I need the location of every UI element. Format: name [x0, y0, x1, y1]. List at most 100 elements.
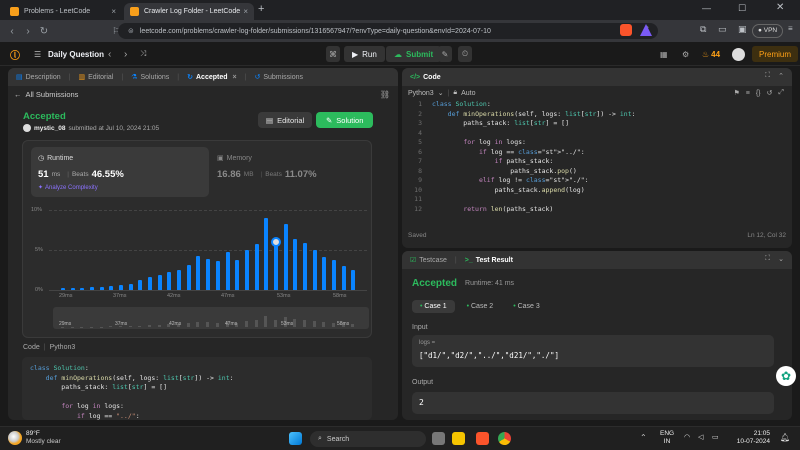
expand-icon[interactable]: ⤢ [778, 89, 784, 97]
solution-button[interactable]: ✎ Solution [316, 112, 374, 128]
case-tab[interactable]: • Case 3 [505, 300, 548, 313]
chart-bar[interactable] [254, 243, 259, 290]
chart-bar[interactable] [128, 283, 133, 290]
editor-code-line[interactable]: 1 class Solution: [402, 100, 792, 110]
your-submission-marker[interactable] [270, 237, 281, 247]
auto-label[interactable]: Auto [461, 90, 475, 97]
back-icon[interactable]: ‹ [4, 26, 20, 37]
chart-bar[interactable] [206, 258, 211, 290]
url-text[interactable]: leetcode.com/problems/crawler-log-folder… [140, 28, 491, 35]
editor-code-line[interactable]: 7 if paths_stack: [402, 157, 792, 167]
editor-code-line[interactable]: 3 paths_stack: list[str] = [] [402, 119, 792, 129]
tab-submissions[interactable]: ↺ Submissions [254, 73, 303, 82]
all-submissions-link[interactable]: ← All Submissions [14, 90, 78, 99]
editorial-button[interactable]: ▤ Editorial [258, 112, 313, 128]
minimize-icon[interactable]: — [702, 3, 711, 13]
chevron-up-icon[interactable]: ⌃ [640, 433, 647, 442]
maximize-icon[interactable]: ☐ [738, 3, 746, 14]
url-bar[interactable]: ⊜ leetcode.com/problems/crawler-log-fold… [118, 23, 658, 39]
settings-icon[interactable]: ⚙ [682, 46, 689, 62]
browser-tab-crawler[interactable]: Crawler Log Folder - LeetCode × [124, 3, 254, 20]
maximize-panel-icon[interactable]: ⛶ [765, 72, 770, 80]
user-avatar[interactable] [23, 124, 31, 132]
chart-bar[interactable] [244, 250, 249, 290]
prev-problem-icon[interactable]: ‹ [108, 46, 111, 62]
close-tab-icon[interactable]: × [111, 7, 116, 16]
taskbar-search[interactable]: ⌕ Search [310, 431, 426, 447]
battery-icon[interactable]: ▭ [712, 433, 719, 441]
timer-icon[interactable]: ⏲ [458, 46, 472, 62]
streak-counter[interactable]: ♨ 44 [702, 46, 720, 62]
vpn-button[interactable]: ● VPN [752, 24, 784, 38]
chart-bar[interactable] [302, 242, 307, 290]
maximize-panel-icon[interactable]: ⛶ [765, 255, 770, 263]
tab-description[interactable]: ▤ Description [16, 73, 61, 82]
chart-bar[interactable] [322, 257, 327, 290]
chart-bar[interactable] [283, 223, 288, 290]
chart-bar[interactable] [351, 270, 356, 290]
editor-code-line[interactable]: 6 if log == class="st">"../": [402, 148, 792, 158]
weather-widget[interactable]: 89°F Mostly clear [8, 430, 61, 446]
file-explorer-icon[interactable] [452, 432, 465, 445]
problem-list-icon[interactable]: ☰ [34, 46, 41, 62]
chart-bar[interactable] [264, 218, 269, 290]
brave-shield-icon[interactable] [620, 24, 632, 36]
chart-bar[interactable] [186, 265, 191, 290]
memory-box[interactable]: ▣ Memory 16.86 MB | Beats 11.07% [217, 147, 367, 197]
close-tab-icon[interactable]: × [233, 74, 237, 81]
site-info-icon[interactable]: ⊜ [128, 27, 134, 35]
windows-start-icon[interactable] [289, 432, 302, 445]
braces-icon[interactable]: {} [756, 90, 761, 97]
case-tab[interactable]: • Case 1 [412, 300, 455, 313]
chart-bar[interactable] [167, 272, 172, 290]
brave-browser-icon[interactable] [476, 432, 489, 445]
close-tab-icon[interactable]: × [243, 7, 248, 16]
wallet-icon[interactable]: ▭ [718, 24, 727, 35]
tab-accepted[interactable]: ↻ Accepted × [187, 73, 237, 82]
editor-code-line[interactable]: 12 return len(paths_stack) [402, 205, 792, 215]
analyze-complexity-link[interactable]: ✦ Analyze Complexity [38, 184, 98, 192]
daily-question-label[interactable]: Daily Question [48, 46, 104, 62]
tab-test-result[interactable]: >_ Test Result [465, 257, 513, 264]
bookmark-icon[interactable]: ⚑ [733, 89, 739, 97]
chart-bar[interactable] [225, 251, 230, 290]
chart-bar[interactable] [157, 274, 162, 290]
debug-icon[interactable]: ⌘ [326, 46, 340, 62]
task-view-icon[interactable] [432, 432, 445, 445]
ai-assistant-icon[interactable]: ✿ [776, 366, 796, 386]
menu-icon[interactable]: ≡ [788, 24, 793, 33]
premium-button[interactable]: Premium [752, 46, 799, 62]
notification-icon[interactable]: 🔔︎ [780, 433, 790, 442]
close-icon[interactable]: ✕ [776, 2, 784, 13]
chart-bar[interactable] [196, 255, 201, 290]
chart-bar[interactable] [177, 270, 182, 290]
chart-bar[interactable] [270, 237, 281, 290]
editor-code-line[interactable]: 11 [402, 195, 792, 205]
tab-solutions[interactable]: ⚗ Solutions [131, 73, 169, 82]
editor-code-line[interactable]: 5 for log in logs: [402, 138, 792, 148]
chart-bar[interactable] [70, 287, 75, 290]
chrome-icon[interactable] [498, 432, 511, 445]
volume-icon[interactable]: ◁ [698, 433, 703, 441]
extensions-icon[interactable]: ⧉ [700, 24, 706, 35]
case-tab[interactable]: • Case 2 [459, 300, 502, 313]
new-tab-button[interactable]: + [258, 3, 264, 15]
shuffle-icon[interactable]: ⤨ [140, 46, 146, 62]
collapse-panel-icon[interactable]: ⌃ [778, 72, 784, 80]
chevron-down-icon[interactable]: ⌄ [438, 89, 444, 97]
chart-bar[interactable] [312, 250, 317, 290]
notes-icon[interactable]: ✎ [438, 46, 452, 62]
chart-bar[interactable] [90, 286, 95, 290]
layout-icon[interactable]: ▦ [660, 46, 668, 62]
language-indicator[interactable]: ENG IN [660, 430, 674, 446]
reload-icon[interactable]: ↻ [36, 26, 52, 37]
chart-range-slider[interactable]: 29ms 37ms 42ms 47ms 53ms 58ms [53, 307, 369, 329]
language-select[interactable]: Python3 [408, 90, 434, 97]
next-problem-icon[interactable]: › [124, 46, 127, 62]
reset-icon[interactable]: ↺ [767, 89, 773, 97]
runtime-box[interactable]: ◷ Runtime 51 ms | Beats 46.55% ✦ Analyze C… [31, 147, 209, 197]
chart-bar[interactable] [138, 280, 143, 290]
tab-editorial[interactable]: ▥ Editorial [78, 73, 113, 82]
leetcode-logo-icon[interactable]: ⓛ [10, 46, 20, 62]
share-link-icon[interactable]: ⛓ [380, 90, 390, 99]
